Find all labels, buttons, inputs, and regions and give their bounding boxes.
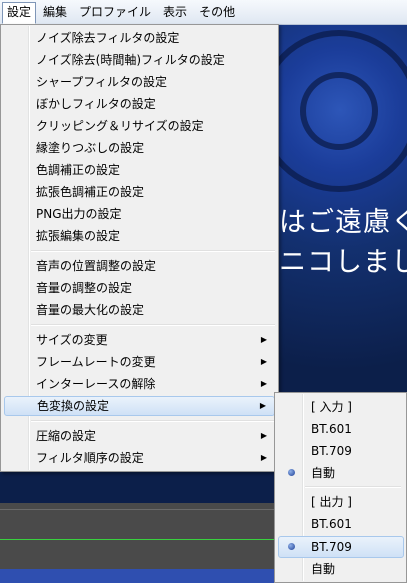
submenu-header-output: [ 出力 ]: [311, 495, 352, 509]
menu-separator: [305, 486, 401, 488]
submenu-item-label: BT.709: [311, 540, 352, 554]
submenu-item-input-auto[interactable]: 自動: [278, 462, 404, 484]
menu-other[interactable]: その他: [194, 2, 240, 22]
submenu-item-output-auto[interactable]: 自動: [278, 558, 404, 580]
submenu-arrow-icon: ▶: [259, 401, 266, 410]
menu-item-filter-order[interactable]: フィルタ順序の設定 ▶: [4, 448, 275, 468]
menu-view[interactable]: 表示: [158, 2, 192, 22]
preview-graphic-ring-inner: [300, 72, 378, 150]
submenu-arrow-icon: ▶: [260, 431, 267, 440]
submenu-item-output-bt709[interactable]: BT.709: [278, 536, 404, 558]
menu-item-blur-filter[interactable]: ぼかしフィルタの設定: [4, 94, 275, 114]
menu-item-label: インターレースの解除: [36, 377, 156, 391]
menu-item-sharpen-filter[interactable]: シャープフィルタの設定: [4, 72, 275, 92]
preview-caption-line2: ニコしまし: [279, 247, 407, 278]
radio-selected-icon: [288, 543, 295, 550]
menu-item-deinterlace[interactable]: インターレースの解除 ▶: [4, 374, 275, 394]
submenu-item-output-bt601[interactable]: BT.601: [278, 513, 404, 535]
menu-item-compression[interactable]: 圧縮の設定 ▶: [4, 426, 275, 446]
menu-item-label: サイズの変更: [36, 333, 108, 347]
menu-item-color-correction[interactable]: 色調補正の設定: [4, 160, 275, 180]
menu-item-label: フィルタ順序の設定: [36, 451, 144, 465]
menu-item-framerate[interactable]: フレームレートの変更 ▶: [4, 352, 275, 372]
submenu-arrow-icon: ▶: [260, 379, 267, 388]
menu-item-ext-edit[interactable]: 拡張編集の設定: [4, 226, 275, 246]
menu-item-noise-filter[interactable]: ノイズ除去フィルタの設定: [4, 28, 275, 48]
menu-item-resize[interactable]: サイズの変更 ▶: [4, 330, 275, 350]
menu-item-ext-color-correction[interactable]: 拡張色調補正の設定: [4, 182, 275, 202]
submenu-arrow-icon: ▶: [260, 453, 267, 462]
menu-item-edge-fill[interactable]: 縁塗りつぶしの設定: [4, 138, 275, 158]
menu-separator: [31, 324, 275, 326]
menu-item-label: 圧縮の設定: [36, 429, 97, 443]
menu-separator: [31, 420, 275, 422]
submenu-item-input-bt601[interactable]: BT.601: [278, 418, 404, 440]
menu-bar: 設定 編集 プロファイル 表示 その他: [0, 0, 407, 25]
menu-item-temporal-noise-filter[interactable]: ノイズ除去(時間軸)フィルタの設定: [4, 50, 275, 70]
menu-item-label: フレームレートの変更: [36, 355, 156, 369]
menu-item-color-conversion[interactable]: 色変換の設定 ▶: [4, 396, 275, 416]
submenu-item-input-bt709[interactable]: BT.709: [278, 440, 404, 462]
menu-item-label: 色変換の設定: [37, 399, 110, 413]
color-conversion-submenu: [ 入力 ] BT.601 BT.709 自動 [ 出力 ] BT.601 BT…: [274, 392, 407, 583]
submenu-header-input: [ 入力 ]: [311, 400, 352, 414]
menu-item-png-output[interactable]: PNG出力の設定: [4, 204, 275, 224]
submenu-arrow-icon: ▶: [260, 357, 267, 366]
submenu-item-label: 自動: [311, 466, 336, 480]
radio-selected-icon: [288, 469, 295, 476]
preview-caption-line1: はご遠慮く: [279, 207, 407, 238]
menu-item-audio-position[interactable]: 音声の位置調整の設定: [4, 256, 275, 276]
menu-settings[interactable]: 設定: [2, 2, 37, 24]
submenu-arrow-icon: ▶: [260, 335, 267, 344]
menu-item-volume-adjust[interactable]: 音量の調整の設定: [4, 278, 275, 298]
menu-item-volume-maximize[interactable]: 音量の最大化の設定: [4, 300, 275, 320]
menu-edit[interactable]: 編集: [38, 2, 72, 22]
settings-dropdown: ノイズ除去フィルタの設定 ノイズ除去(時間軸)フィルタの設定 シャープフィルタの…: [0, 24, 279, 472]
menu-item-clip-resize[interactable]: クリッピング＆リサイズの設定: [4, 116, 275, 136]
menu-profile[interactable]: プロファイル: [74, 2, 156, 22]
menu-separator: [31, 250, 275, 252]
